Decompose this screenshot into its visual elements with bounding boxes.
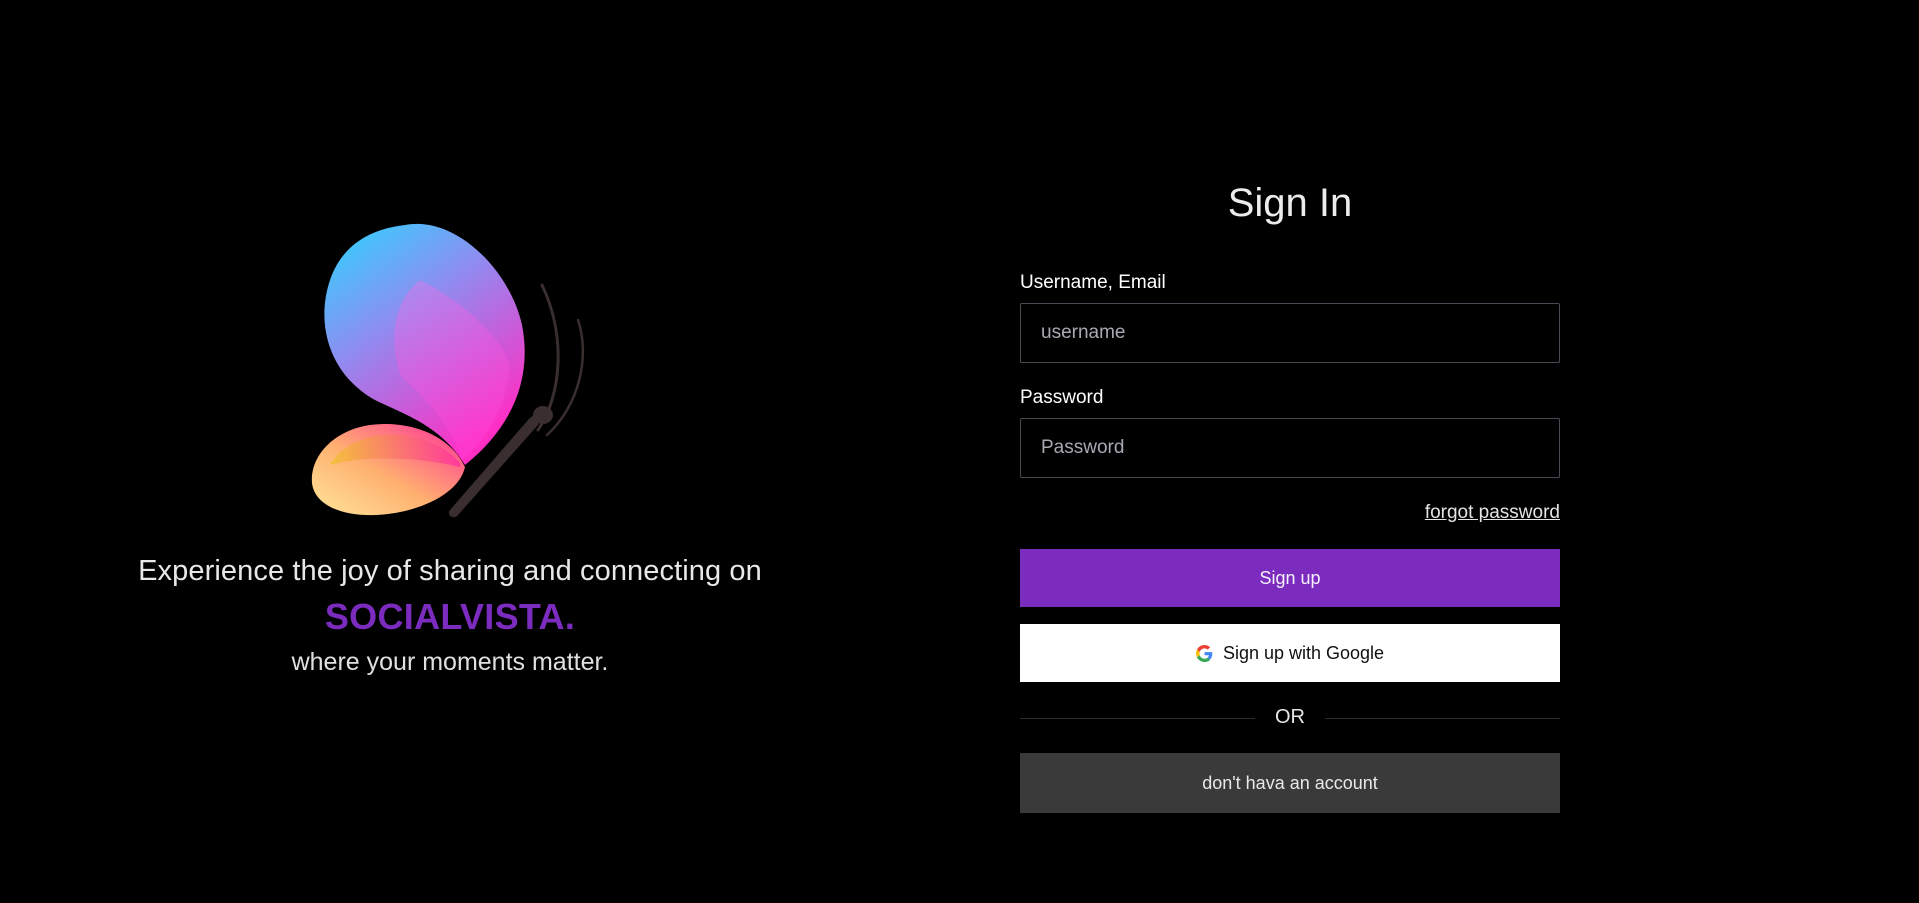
google-signup-label: Sign up with Google — [1222, 642, 1385, 663]
signup-button-label: Sign up — [1259, 567, 1321, 588]
google-signup-button[interactable]: Sign up with Google — [1020, 624, 1560, 682]
password-input[interactable] — [1020, 418, 1560, 478]
or-divider: OR — [1020, 706, 1560, 732]
password-label: Password — [1020, 387, 1104, 408]
no-account-label: don't hava an account — [1202, 772, 1378, 793]
forgot-password-link[interactable]: forgot password — [1425, 502, 1560, 524]
brand-subline: where your moments matter. — [291, 648, 609, 676]
signin-page: Experience the joy of sharing and connec… — [0, 0, 1919, 903]
butterfly-icon — [311, 223, 585, 518]
brand-tagline: Experience the joy of sharing and connec… — [138, 555, 762, 587]
no-account-button[interactable]: don't hava an account — [1020, 753, 1560, 813]
brand-name: SOCIALVISTA. — [324, 596, 576, 637]
username-input[interactable] — [1020, 303, 1560, 363]
page-title: Sign In — [1227, 181, 1353, 225]
username-label: Username, Email — [1020, 272, 1166, 293]
divider-line-right — [1325, 718, 1560, 719]
brand-panel: Experience the joy of sharing and connec… — [0, 0, 900, 903]
signup-button[interactable]: Sign up — [1020, 549, 1560, 607]
signin-form: Sign In Username, Email Password forgot … — [1020, 0, 1560, 903]
google-icon — [1195, 644, 1213, 662]
